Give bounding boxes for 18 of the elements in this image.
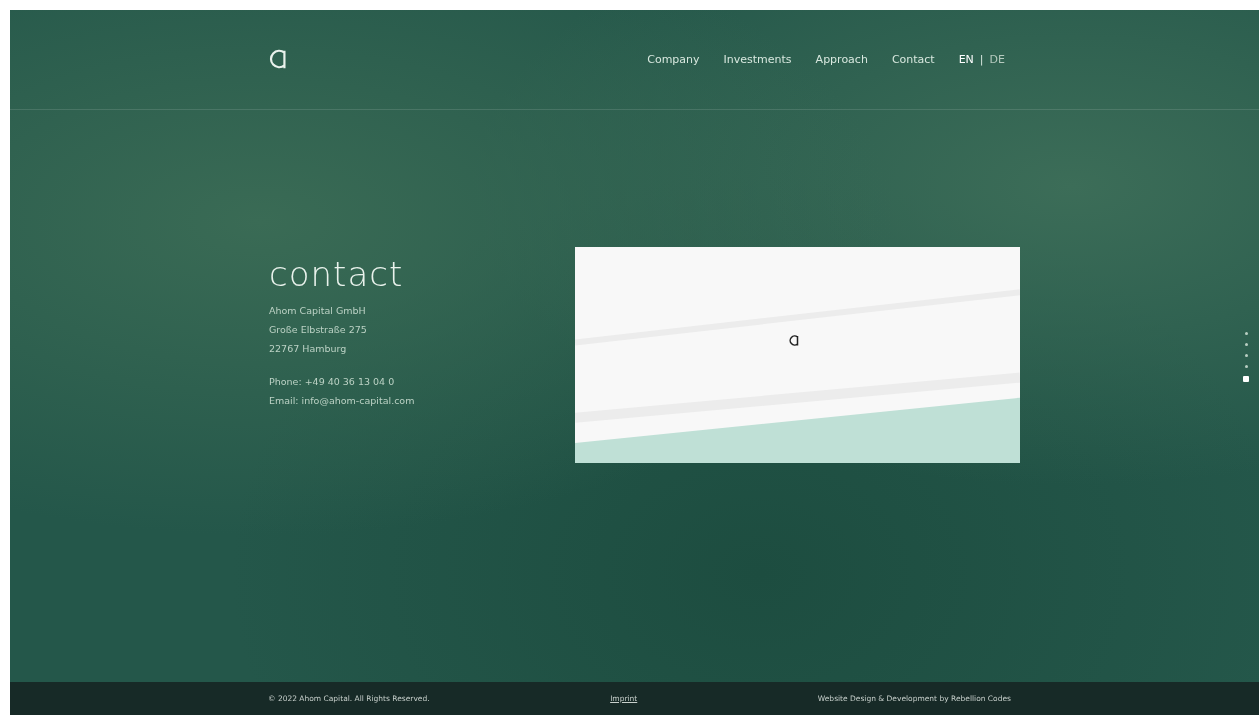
- page-heading: contact: [269, 257, 405, 291]
- nav-link[interactable]: Company: [647, 53, 700, 66]
- section-dot[interactable]: [1244, 365, 1248, 368]
- address-line: Ahom Capital GmbH: [269, 304, 367, 318]
- section-dot[interactable]: [1244, 343, 1248, 346]
- language-link[interactable]: DE: [989, 53, 1005, 66]
- nav-link[interactable]: Investments: [723, 53, 792, 66]
- logo-marker-icon: [788, 334, 800, 347]
- address-line: Große Elbstraße 275: [269, 323, 368, 337]
- address-line: 22767 Hamburg: [269, 342, 348, 356]
- contact-detail: Email: info@ahom-capital.com: [269, 394, 416, 408]
- section-dot[interactable]: [1244, 354, 1248, 357]
- language-separator: |: [979, 53, 984, 66]
- nav-link[interactable]: Approach: [815, 53, 868, 66]
- section-dot[interactable]: [1244, 332, 1248, 335]
- nav-link[interactable]: Contact: [891, 53, 935, 66]
- language-link[interactable]: EN: [958, 53, 974, 66]
- contact-detail: Phone: +49 40 36 13 04 0: [269, 375, 396, 389]
